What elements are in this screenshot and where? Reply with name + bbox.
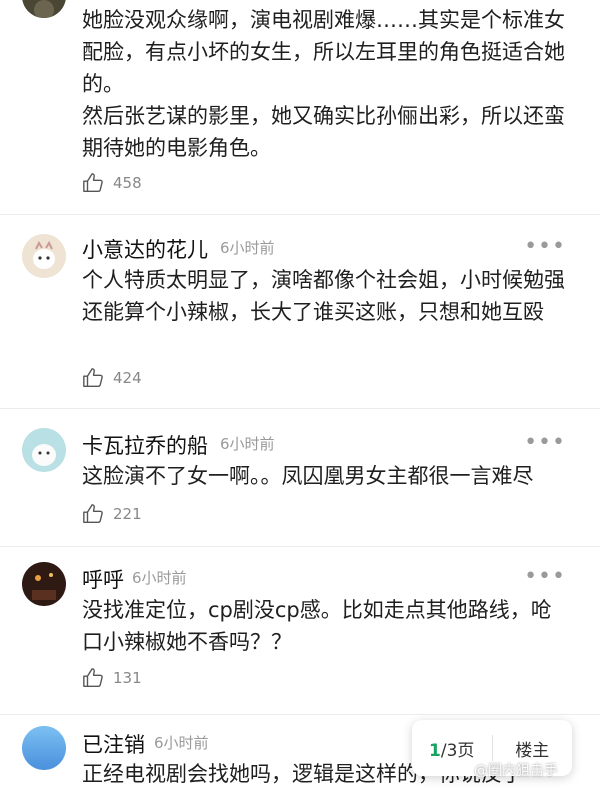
current-page: 1: [429, 740, 441, 761]
user-name[interactable]: 已注销: [82, 729, 145, 759]
timestamp: 6小时前: [132, 569, 187, 587]
page-total: /3页: [440, 740, 475, 761]
avatar-image: [22, 562, 66, 606]
like-count: 221: [113, 505, 142, 523]
like-count: 458: [113, 174, 142, 192]
comment-text: 个人特质太明显了，演啥都像个社会姐，小时候勉强还能算个小辣椒，长大了谁买这账，只…: [82, 268, 565, 324]
like-button[interactable]: 458: [82, 171, 142, 195]
like-count: 424: [113, 369, 142, 387]
more-icon[interactable]: •••: [524, 566, 566, 588]
user-name[interactable]: 小意达的花儿: [82, 234, 208, 264]
avatar-image: [22, 428, 66, 472]
like-button[interactable]: 221: [82, 502, 142, 526]
owner-only-button[interactable]: 楼主: [493, 736, 573, 761]
comment-text: 她脸没观众缘啊，演电视剧难爆……其实是个标准女配脸，有点小坏的女生，所以左耳里的…: [82, 4, 572, 164]
timestamp: 6小时前: [220, 239, 275, 257]
avatar-image: [22, 234, 66, 278]
comment-2: 卡瓦拉乔的船 6小时前 ••• 这脸演不了女一啊。。凤囚凰男女主都很一言难尽 2…: [0, 408, 600, 547]
comment-text: 没找准定位，cp剧没cp感。比如走点其他路线，呛口小辣椒她不香吗？？: [82, 598, 552, 654]
comment-text: 这脸演不了女一啊。。凤囚凰男女主都很一言难尽: [82, 464, 534, 488]
avatar[interactable]: [22, 428, 66, 472]
comment-text-line: 然后张艺谋的影里，她又确实比孙俪出彩，所以还蛮期待她的电影角色。: [82, 104, 565, 160]
thumbs-up-icon: [83, 173, 103, 192]
more-icon[interactable]: •••: [524, 236, 566, 258]
like-button[interactable]: 131: [82, 666, 142, 690]
thumbs-up-icon: [83, 668, 103, 687]
comment-0: 她脸没观众缘啊，演电视剧难爆……其实是个标准女配脸，有点小坏的女生，所以左耳里的…: [0, 0, 600, 215]
timestamp: 6小时前: [220, 435, 275, 453]
avatar[interactable]: [22, 234, 66, 278]
thumbs-up-icon: [83, 504, 103, 523]
user-name[interactable]: 卡瓦拉乔的船: [82, 430, 208, 460]
more-icon[interactable]: •••: [524, 432, 566, 454]
avatar[interactable]: [22, 0, 66, 18]
like-button[interactable]: 424: [82, 366, 142, 390]
comment-1: 小意达的花儿 6小时前 ••• 个人特质太明显了，演啥都像个社会姐，小时候勉强还…: [0, 214, 600, 409]
comment-3: 呼呼 6小时前 ••• 没找准定位，cp剧没cp感。比如走点其他路线，呛口小辣椒…: [0, 546, 600, 715]
avatar[interactable]: [22, 562, 66, 606]
thumbs-up-icon: [83, 368, 103, 387]
avatar-image: [22, 726, 66, 770]
comment-text-line: 她脸没观众缘啊，演电视剧难爆……其实是个标准女配脸，有点小坏的女生，所以左耳里的…: [82, 8, 565, 96]
user-name[interactable]: 呼呼: [82, 564, 124, 594]
timestamp: 6小时前: [154, 734, 209, 752]
avatar-image: [22, 0, 66, 18]
page-indicator[interactable]: 1/3页: [412, 736, 492, 761]
watermark: @圈内狙击手: [474, 763, 558, 779]
like-count: 131: [113, 669, 142, 687]
avatar[interactable]: [22, 726, 66, 770]
